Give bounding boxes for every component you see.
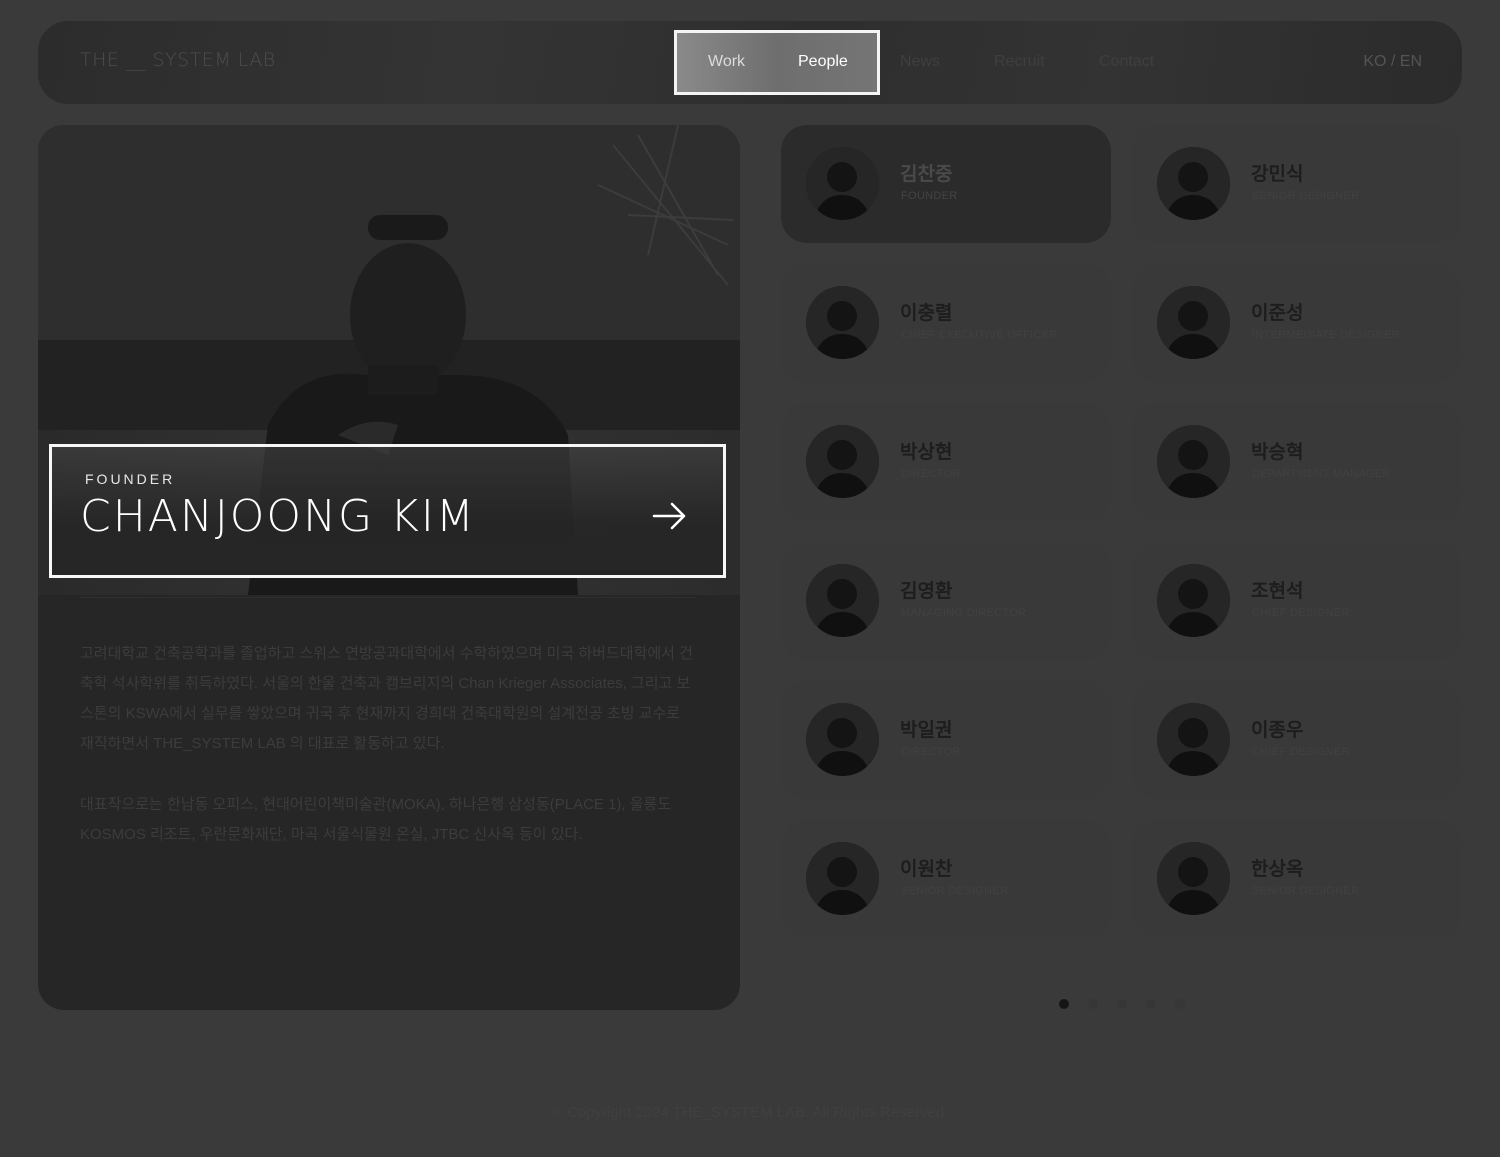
featured-name: CHANJOONG KIM	[80, 491, 476, 542]
pagination-dot[interactable]	[1175, 999, 1185, 1009]
arrow-right-icon[interactable]	[650, 499, 690, 533]
person-card[interactable]: 이종우 CHIEF DESIGNER	[1132, 681, 1462, 799]
person-role: SENIOR DESIGNER	[1252, 190, 1360, 202]
person-card[interactable]: 이준성 INTERMEDIATE DESIGNER	[1132, 264, 1462, 382]
person-name: 이준성	[1251, 303, 1304, 324]
pagination	[1059, 999, 1185, 1009]
person-card[interactable]: 조현석 CHIEF DESIGNER	[1132, 542, 1462, 660]
person-name: 박일권	[900, 720, 953, 741]
divider	[80, 597, 696, 598]
footer-copyright: © Copyright 2024 THE_SYSTEM LAB. All Rig…	[551, 1104, 949, 1121]
person-role: FOUNDER	[901, 190, 958, 202]
pagination-dot[interactable]	[1059, 999, 1069, 1009]
person-role: SENIOR DESIGNER	[1252, 885, 1360, 897]
person-role: MANAGING DIRECTOR	[901, 607, 1027, 619]
person-role: CHIEF DESIGNER	[1252, 607, 1350, 619]
person-role: DIRECTOR	[901, 746, 961, 758]
featured-caption[interactable]: FOUNDER CHANJOONG KIM	[49, 444, 726, 578]
person-name: 이충렬	[900, 303, 953, 324]
language-switch[interactable]: KO / EN	[1363, 53, 1422, 71]
site-header: THE __ SYSTEM LAB Work People News Recru…	[38, 21, 1462, 104]
nav-people[interactable]: People	[798, 53, 848, 71]
person-card[interactable]: 한상옥 SENIOR DESIGNER	[1132, 820, 1462, 938]
person-card[interactable]: 박상현 DIRECTOR	[781, 403, 1111, 521]
person-card[interactable]: 박승혁 DEPARTMENT MANAGER	[1132, 403, 1462, 521]
person-name: 한상옥	[1251, 859, 1304, 880]
person-role: CHIEF DESIGNER	[1252, 746, 1350, 758]
person-role: INTERMEDIATE DESIGNER	[1252, 329, 1400, 341]
person-avatar	[806, 703, 879, 776]
pagination-dot[interactable]	[1088, 999, 1098, 1009]
person-avatar	[1157, 564, 1230, 637]
person-card[interactable]: 박일권 DIRECTOR	[781, 681, 1111, 799]
person-avatar	[1157, 842, 1230, 915]
person-avatar	[806, 564, 879, 637]
person-avatar	[1157, 703, 1230, 776]
person-role: CHIEF EXECUTIVE OFFICER	[901, 329, 1058, 341]
person-name: 박상현	[900, 442, 953, 463]
nav-contact[interactable]: Contact	[1099, 53, 1154, 71]
nav-news[interactable]: News	[900, 53, 940, 71]
person-card[interactable]: 김영환 MANAGING DIRECTOR	[781, 542, 1111, 660]
person-card[interactable]: 이원찬 SENIOR DESIGNER	[781, 820, 1111, 938]
person-name: 김영환	[900, 581, 953, 602]
site-logo[interactable]: THE __ SYSTEM LAB	[80, 49, 276, 71]
person-avatar	[1157, 147, 1230, 220]
person-name: 박승혁	[1251, 442, 1304, 463]
person-name: 이종우	[1251, 720, 1304, 741]
person-avatar	[806, 286, 879, 359]
nav-recruit[interactable]: Recruit	[994, 53, 1045, 71]
person-avatar	[1157, 425, 1230, 498]
person-role: DIRECTOR	[901, 468, 961, 480]
person-name: 강민식	[1251, 164, 1304, 185]
person-role: SENIOR DESIGNER	[901, 885, 1009, 897]
person-avatar	[806, 425, 879, 498]
pagination-dot[interactable]	[1117, 999, 1127, 1009]
featured-person-card: FOUNDER CHANJOONG KIM 고려대학교 건축공학과를 졸업하고 …	[38, 125, 740, 1010]
person-card[interactable]: 이충렬 CHIEF EXECUTIVE OFFICER	[781, 264, 1111, 382]
pagination-dot[interactable]	[1146, 999, 1156, 1009]
person-name: 조현석	[1251, 581, 1304, 602]
person-avatar	[806, 147, 879, 220]
person-avatar	[1157, 286, 1230, 359]
person-role: DEPARTMENT MANAGER	[1252, 468, 1391, 480]
featured-role: FOUNDER	[85, 471, 176, 487]
featured-bio-paragraph: 고려대학교 건축공학과를 졸업하고 스위스 연방공과대학에서 수학하였으며 미국…	[80, 645, 693, 752]
person-name: 이원찬	[900, 859, 953, 880]
person-name: 김찬중	[900, 164, 953, 185]
featured-bio-paragraph: 대표작으로는 한남동 오피스, 현대어린이책미술관(MOKA), 하나은행 삼성…	[80, 796, 672, 843]
person-card[interactable]: 김찬중 FOUNDER	[781, 125, 1111, 243]
person-avatar	[806, 842, 879, 915]
person-card[interactable]: 강민식 SENIOR DESIGNER	[1132, 125, 1462, 243]
nav-highlight-box	[674, 30, 880, 95]
nav-work[interactable]: Work	[708, 53, 745, 71]
